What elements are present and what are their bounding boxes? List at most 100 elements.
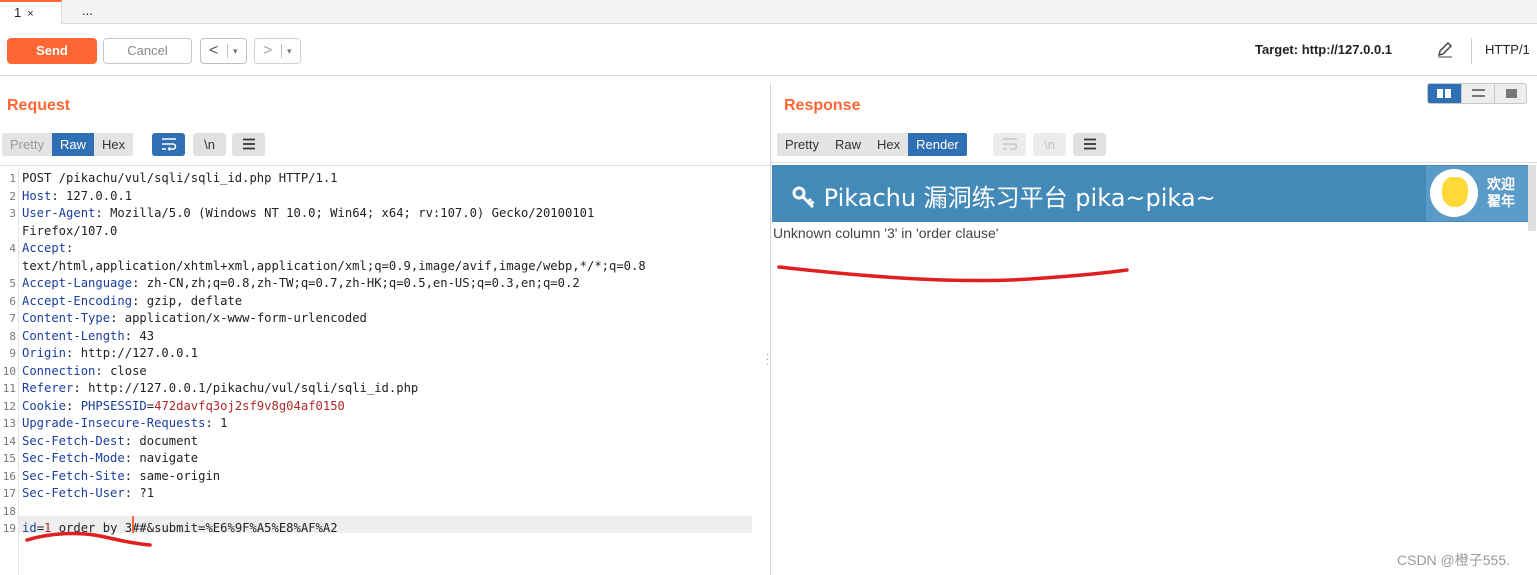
request-line: Sec-Fetch-Mode: navigate bbox=[22, 451, 198, 465]
header-sep: : bbox=[132, 293, 147, 308]
show-newlines-button[interactable]: \n bbox=[1033, 133, 1066, 156]
response-view-modes: Pretty Raw Hex Render bbox=[777, 133, 967, 156]
http-version-toggle[interactable]: HTTP/1 bbox=[1485, 42, 1530, 57]
header-value: http://127.0.0.1 bbox=[80, 346, 199, 360]
pencil-icon bbox=[1437, 41, 1453, 58]
header-value: same-origin bbox=[139, 468, 221, 483]
columns-icon bbox=[1437, 89, 1443, 98]
header-sep: : bbox=[66, 241, 74, 255]
header-key: Sec-Fetch-User bbox=[22, 486, 125, 500]
header-key: Sec-Fetch-Site bbox=[22, 468, 125, 483]
tab-raw[interactable]: Raw bbox=[51, 133, 94, 156]
line-number: 7 bbox=[9, 312, 16, 325]
body-eq: = bbox=[36, 521, 45, 535]
scrollbar[interactable] bbox=[1528, 165, 1536, 231]
header-sep: : bbox=[124, 468, 140, 483]
header-value: application/x-www-form-urlencoded bbox=[124, 311, 367, 325]
line-number: 1 bbox=[9, 172, 16, 185]
response-title: Response bbox=[784, 97, 861, 114]
header-key: Content-Length bbox=[22, 328, 125, 343]
response-render-view: Pikachu 漏洞练习平台 pika~pika~ 欢迎 翟年 Unknown c… bbox=[771, 162, 1537, 575]
line-number: 14 bbox=[2, 434, 16, 448]
history-forward-button[interactable]: > ▾ bbox=[254, 38, 301, 64]
wrap-lines-button[interactable] bbox=[152, 133, 185, 156]
header-key: Sec-Fetch-Mode bbox=[22, 451, 125, 465]
header-value: http://127.0.0.1/pikachu/vul/sqli/sqli_i… bbox=[88, 381, 419, 395]
avatar bbox=[1430, 169, 1478, 217]
gutter bbox=[18, 166, 19, 575]
layout-tabs-button[interactable] bbox=[1494, 84, 1527, 103]
header-value: 43 bbox=[139, 328, 155, 343]
tab-hex[interactable]: Hex bbox=[93, 133, 134, 156]
wrap-lines-button[interactable] bbox=[993, 133, 1026, 156]
layout-split-horizontal-button[interactable] bbox=[1428, 84, 1461, 103]
line-number: 10 bbox=[2, 364, 16, 378]
tab-pretty[interactable]: Pretty bbox=[777, 133, 827, 156]
text-caret bbox=[132, 516, 135, 533]
request-editor[interactable]: 1 POST /pikachu/vul/sqli/sqli_id.php HTTP… bbox=[0, 165, 770, 575]
cancel-button[interactable]: Cancel bbox=[103, 38, 192, 64]
line-number: 5 bbox=[9, 277, 16, 290]
layout-split-vertical-button[interactable] bbox=[1461, 84, 1494, 103]
response-menu-button[interactable] bbox=[1073, 133, 1106, 156]
header-value: document bbox=[139, 433, 199, 448]
edit-target-icon[interactable] bbox=[1435, 39, 1455, 64]
chevron-down-icon[interactable]: ▾ bbox=[233, 39, 238, 63]
request-line: Sec-Fetch-User: ?1 bbox=[22, 486, 154, 500]
close-icon[interactable]: × bbox=[27, 8, 33, 20]
tab-pretty[interactable]: Pretty bbox=[2, 133, 52, 156]
request-line: Firefox/107.0 bbox=[22, 224, 117, 238]
cookie-name: PHPSESSID bbox=[80, 398, 147, 413]
tab-hex[interactable]: Hex bbox=[868, 133, 909, 156]
show-newlines-button[interactable]: \n bbox=[193, 133, 226, 156]
line-number: 13 bbox=[2, 417, 16, 430]
request-line: Sec-Fetch-Site: same-origin bbox=[22, 469, 220, 483]
user-area: 欢迎 翟年 bbox=[1426, 166, 1528, 221]
header-value: text/html,application/xhtml+xml,applicat… bbox=[22, 258, 646, 273]
line-number: 18 bbox=[2, 504, 16, 518]
request-line: POST /pikachu/vul/sqli/sqli_id.php HTTP/… bbox=[22, 171, 338, 185]
rows-icon-part bbox=[1472, 95, 1485, 97]
request-line: User-Agent: Mozilla/5.0 (Windows NT 10.0… bbox=[22, 206, 594, 220]
request-menu-button[interactable] bbox=[232, 133, 265, 156]
chevron-down-icon[interactable]: ▾ bbox=[287, 39, 292, 63]
tab-1[interactable]: 1 × bbox=[0, 0, 62, 24]
header-key: Accept bbox=[22, 241, 67, 255]
header-key: Origin bbox=[22, 346, 67, 360]
hamburger-icon bbox=[1083, 138, 1096, 150]
send-button[interactable]: Send bbox=[7, 38, 97, 64]
request-line: Cookie: PHPSESSID=472davfq3oj2sf9v8g04af… bbox=[22, 399, 345, 413]
rendered-page-header: Pikachu 漏洞练习平台 pika~pika~ 欢迎 翟年 bbox=[772, 165, 1528, 222]
welcome-line-1: 欢迎 bbox=[1487, 176, 1515, 192]
header-value: close bbox=[110, 363, 147, 378]
header-sep: : bbox=[51, 188, 67, 203]
rendered-page-title: Pikachu 漏洞练习平台 pika~pika~ bbox=[792, 178, 1216, 213]
single-pane-icon bbox=[1506, 89, 1517, 98]
header-sep: : bbox=[205, 416, 221, 430]
line-number: 6 bbox=[9, 294, 16, 308]
request-line: Content-Type: application/x-www-form-url… bbox=[22, 311, 367, 325]
line-number: 17 bbox=[2, 487, 16, 500]
tab-more[interactable]: ... bbox=[80, 0, 93, 24]
tab-render[interactable]: Render bbox=[908, 133, 967, 156]
history-back-button[interactable]: < ▾ bbox=[200, 38, 247, 64]
header-title-text: Pikachu 漏洞练习平台 pika~pika~ bbox=[823, 184, 1216, 212]
chevron-right-icon: > bbox=[263, 42, 273, 59]
request-line: Upgrade-Insecure-Requests: 1 bbox=[22, 416, 227, 430]
tab-label: 1 bbox=[14, 5, 22, 20]
line-number: 3 bbox=[9, 207, 16, 220]
request-line: Accept-Encoding: gzip, deflate bbox=[22, 294, 242, 308]
header-key: Sec-Fetch-Dest bbox=[22, 433, 125, 448]
header-value: 127.0.0.1 bbox=[66, 188, 133, 203]
request-line: Accept: bbox=[22, 241, 73, 255]
tab-raw[interactable]: Raw bbox=[826, 133, 869, 156]
header-sep: : bbox=[95, 206, 111, 220]
header-key: User-Agent bbox=[22, 206, 96, 220]
header-key: Connection bbox=[22, 363, 96, 378]
pikachu-avatar-icon bbox=[1442, 177, 1468, 207]
sql-error-message: Unknown column '3' in 'order clause' bbox=[773, 225, 999, 241]
header-key: Referer bbox=[22, 381, 74, 395]
header-key: Cookie bbox=[22, 398, 67, 413]
header-sep: : bbox=[124, 433, 140, 448]
wrap-icon bbox=[161, 138, 176, 151]
